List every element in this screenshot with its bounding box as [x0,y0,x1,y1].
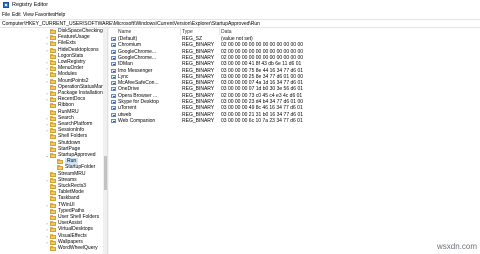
registry-value-icon [111,112,116,117]
registry-value-icon [111,37,116,41]
tree-item[interactable]: WordWheelQuery [0,245,103,252]
registry-value-icon [111,106,116,111]
menu-favorites[interactable]: Favorites [35,12,56,18]
registry-value-icon [111,43,116,48]
menu-edit[interactable]: Edit [12,12,21,18]
registry-value-icon [111,93,116,98]
watermark: wsxdn.com [436,242,477,251]
value-row[interactable]: Web Companion REG_BINARY 03 00 00 00 6c 10… [109,118,480,124]
column-type[interactable]: Type [182,29,193,35]
address-bar[interactable]: Computer\HKEY_CURRENT_USER\SOFTWARE\Micr… [0,19,480,28]
registry-editor-icon [3,2,9,8]
menu-file[interactable]: File [2,12,10,18]
column-divider[interactable] [219,28,220,35]
menu-view[interactable]: View [23,12,34,18]
value-type: REG_BINARY [182,117,215,124]
registry-value-icon [111,100,116,104]
folder-icon [50,246,56,251]
column-name[interactable]: Name [118,29,131,35]
value-data: 03 00 00 00 6c 10 7a 23 34 77 d6 01 [221,117,303,124]
registry-value-icon [111,87,116,92]
registry-value-icon [111,74,116,79]
values-pane[interactable]: Name Type Data (Default) REG_SZ (value not… [109,28,480,254]
menu-bar: File Edit View Favorites Help [0,11,480,19]
registry-value-icon [111,118,116,123]
address-path[interactable]: Computer\HKEY_CURRENT_USER\SOFTWARE\Micr… [2,21,260,27]
tree-item-label: WordWheelQuery [58,245,98,251]
column-header: Name Type Data [109,28,480,35]
column-data[interactable]: Data [221,29,232,35]
window-title: Registry Editor [12,2,49,8]
expand-chevron-icon[interactable] [45,246,49,251]
registry-value-icon [111,68,116,73]
title-bar: Registry Editor [0,0,480,11]
registry-value-icon [111,81,116,86]
menu-help[interactable]: Help [55,12,65,18]
registry-value-icon [111,49,116,54]
registry-value-icon [111,55,116,60]
key-tree-pane[interactable]: DiskSpaceChecking › FeatureUsage › FileExts ›… [0,28,107,254]
value-name: Web Companion [118,117,156,124]
column-divider[interactable] [180,28,181,35]
registry-value-icon [111,62,116,67]
